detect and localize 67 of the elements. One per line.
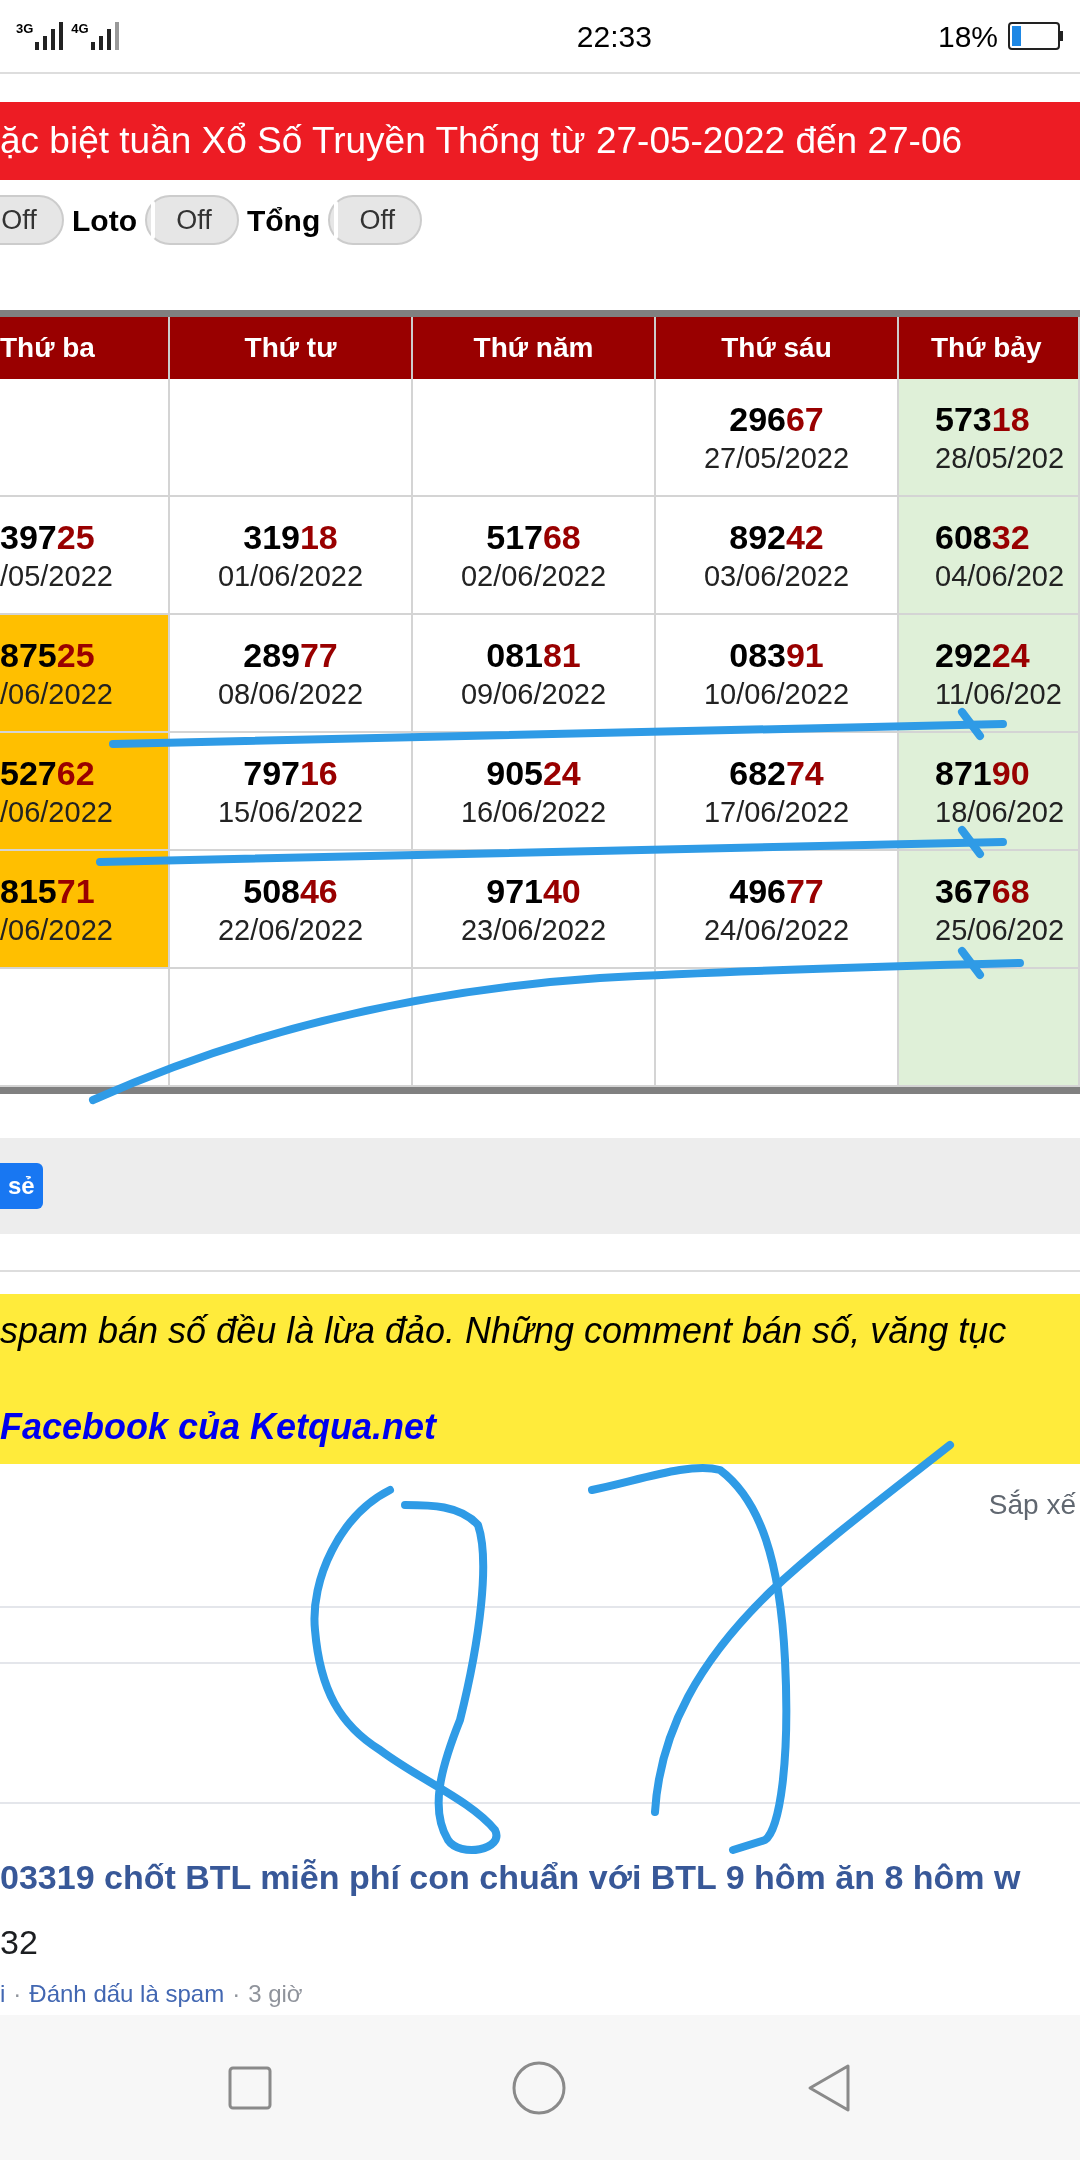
comment-title[interactable]: 03319 chốt BTL miễn phí con chuẩn với BTL 9 hôm ăn 8 hôm w <box>0 1852 1080 1903</box>
toggle-label: Loto <box>72 202 137 239</box>
draw-date: 25/06/202 <box>935 915 1064 945</box>
lottery-number: 29667 <box>729 401 824 436</box>
separator-dot: · <box>13 1979 22 2009</box>
draw-date: 01/06/2022 <box>217 561 364 591</box>
draw-date: 03/06/2022 <box>703 561 850 591</box>
separator-dot: · <box>232 1979 241 2009</box>
lottery-number: 97140 <box>486 873 581 908</box>
comment-action-link[interactable]: i <box>0 1976 6 2012</box>
lottery-number: 79716 <box>243 755 338 790</box>
draw-date: /05/2022 <box>0 561 113 591</box>
draw-date: 02/06/2022 <box>460 561 607 591</box>
lottery-number: 29224 <box>935 637 1030 672</box>
lottery-number: 68274 <box>729 755 824 790</box>
lottery-number: 81571 <box>0 873 95 908</box>
battery-percent: 18% <box>937 18 998 55</box>
draw-date: 17/06/2022 <box>703 797 850 827</box>
draw-date: 27/05/2022 <box>703 443 850 473</box>
clock-time: 22:33 <box>576 18 652 55</box>
lottery-number: 57318 <box>935 401 1030 436</box>
lottery-number: 49677 <box>729 873 824 908</box>
draw-date: 15/06/2022 <box>217 797 364 827</box>
lottery-number: 36768 <box>935 873 1030 908</box>
draw-date: 18/06/202 <box>935 797 1064 827</box>
lottery-number: 28977 <box>243 637 338 672</box>
lottery-number: 60832 <box>935 519 1030 554</box>
lottery-number: 87525 <box>0 637 95 672</box>
draw-date: 16/06/2022 <box>460 797 607 827</box>
draw-date: 11/06/202 <box>935 679 1062 709</box>
lottery-number: 89242 <box>729 519 824 554</box>
lottery-number: 90524 <box>486 755 581 790</box>
banner-title: ặc biệt tuần Xổ Số Truyền Thống từ 27-05-2022 đến 27-06 <box>0 102 1080 180</box>
lottery-number: 51768 <box>486 519 581 554</box>
lottery-number: 39725 <box>0 519 95 554</box>
notice-text: spam bán số đều là lừa đảo. Những comment bán số, văng tục <box>0 1309 1008 1353</box>
lottery-number: 87190 <box>935 755 1030 790</box>
comment-action-link[interactable]: Đánh dấu là spam <box>29 1976 225 2012</box>
comment-time: 3 giờ <box>248 1979 303 2009</box>
lottery-number: 31918 <box>243 519 338 554</box>
lottery-number: 52762 <box>0 755 95 790</box>
comment-text: 32 <box>0 1922 38 1963</box>
toggle-label: Tổng <box>246 202 321 239</box>
sort-label[interactable]: Sắp xế <box>988 1484 1076 1606</box>
draw-date: /06/2022 <box>0 797 113 827</box>
toggle-switch[interactable]: Off <box>0 195 64 245</box>
lottery-number: 08391 <box>729 637 824 672</box>
draw-date: 28/05/202 <box>935 443 1064 473</box>
toggle-switch[interactable]: Off <box>144 195 239 245</box>
draw-date: 08/06/2022 <box>217 679 364 709</box>
lottery-number: 08181 <box>486 637 581 672</box>
share-button[interactable]: sẻ <box>0 1163 43 1209</box>
draw-date: 04/06/202 <box>935 561 1064 591</box>
draw-date: /06/2022 <box>0 679 113 709</box>
back-icon[interactable] <box>806 2062 852 2113</box>
home-icon[interactable] <box>512 2060 566 2115</box>
draw-date: /06/2022 <box>0 915 113 945</box>
draw-date: 23/06/2022 <box>460 915 607 945</box>
battery-icon <box>1008 22 1064 50</box>
toggle-switch[interactable]: Off <box>328 195 423 245</box>
draw-date: 10/06/2022 <box>703 679 850 709</box>
recents-icon[interactable] <box>228 2065 272 2110</box>
facebook-link[interactable]: Facebook của Ketqua.net <box>0 1400 437 1454</box>
draw-date: 22/06/2022 <box>217 915 364 945</box>
draw-date: 24/06/2022 <box>703 915 850 945</box>
lottery-number: 50846 <box>243 873 338 908</box>
draw-date: 09/06/2022 <box>460 679 607 709</box>
